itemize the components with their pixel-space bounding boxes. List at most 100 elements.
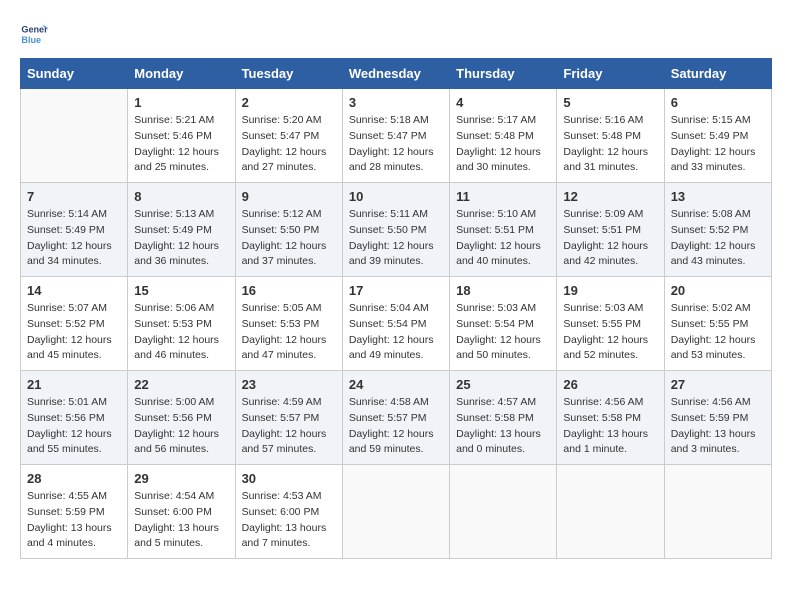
day-number: 28 [27,471,121,486]
calendar-cell: 25 Sunrise: 4:57 AM Sunset: 5:58 PM Dayli… [450,371,557,465]
calendar-cell: 23 Sunrise: 4:59 AM Sunset: 5:57 PM Dayli… [235,371,342,465]
calendar-cell: 22Sunrise: 5:00 AM Sunset: 5:56 PM Dayli… [128,371,235,465]
day-info: Sunrise: 5:03 AM Sunset: 5:54 PM Dayligh… [456,301,550,364]
weekday-header: Saturday [664,59,771,89]
day-info: Sunrise: 5:17 AM Sunset: 5:48 PM Dayligh… [456,113,550,176]
day-number: 7 [27,189,121,204]
day-number: 8 [134,189,228,204]
calendar-cell: 29 Sunrise: 4:54 AM Sunset: 6:00 PM Dayli… [128,465,235,559]
calendar-week-row: 14 Sunrise: 5:07 AM Sunset: 5:52 PM Dayli… [21,277,772,371]
calendar-cell: 16Sunrise: 5:05 AM Sunset: 5:53 PM Dayli… [235,277,342,371]
day-info: Sunrise: 5:10 AM Sunset: 5:51 PM Dayligh… [456,207,550,270]
calendar-cell: 19 Sunrise: 5:03 AM Sunset: 5:55 PM Dayli… [557,277,664,371]
day-info: Sunrise: 5:04 AM Sunset: 5:54 PM Dayligh… [349,301,443,364]
calendar-cell: 13Sunrise: 5:08 AM Sunset: 5:52 PM Dayli… [664,183,771,277]
day-number: 3 [349,95,443,110]
calendar-cell [342,465,449,559]
calendar-cell: 20 Sunrise: 5:02 AM Sunset: 5:55 PM Dayli… [664,277,771,371]
svg-text:Blue: Blue [21,35,41,45]
day-number: 16 [242,283,336,298]
calendar-week-row: 21 Sunrise: 5:01 AM Sunset: 5:56 PM Dayli… [21,371,772,465]
calendar-cell: 17Sunrise: 5:04 AM Sunset: 5:54 PM Dayli… [342,277,449,371]
day-info: Sunrise: 5:18 AM Sunset: 5:47 PM Dayligh… [349,113,443,176]
calendar-cell: 6Sunrise: 5:15 AM Sunset: 5:49 PM Daylig… [664,89,771,183]
calendar-cell: 12 Sunrise: 5:09 AM Sunset: 5:51 PM Dayli… [557,183,664,277]
calendar-cell [21,89,128,183]
day-info: Sunrise: 4:58 AM Sunset: 5:57 PM Dayligh… [349,395,443,458]
calendar-cell: 3 Sunrise: 5:18 AM Sunset: 5:47 PM Daylig… [342,89,449,183]
day-info: Sunrise: 5:21 AM Sunset: 5:46 PM Dayligh… [134,113,228,176]
calendar-cell: 28 Sunrise: 4:55 AM Sunset: 5:59 PM Dayli… [21,465,128,559]
day-number: 25 [456,377,550,392]
weekday-header: Tuesday [235,59,342,89]
day-info: Sunrise: 5:01 AM Sunset: 5:56 PM Dayligh… [27,395,121,458]
calendar-cell: 30 Sunrise: 4:53 AM Sunset: 6:00 PM Dayli… [235,465,342,559]
calendar-cell: 9 Sunrise: 5:12 AM Sunset: 5:50 PM Daylig… [235,183,342,277]
day-info: Sunrise: 4:56 AM Sunset: 5:59 PM Dayligh… [671,395,765,458]
day-number: 5 [563,95,657,110]
day-info: Sunrise: 5:00 AM Sunset: 5:56 PM Dayligh… [134,395,228,458]
day-number: 30 [242,471,336,486]
calendar-cell [557,465,664,559]
calendar-cell: 2Sunrise: 5:20 AM Sunset: 5:47 PM Daylig… [235,89,342,183]
calendar-cell: 14 Sunrise: 5:07 AM Sunset: 5:52 PM Dayli… [21,277,128,371]
calendar-cell: 15 Sunrise: 5:06 AM Sunset: 5:53 PM Dayli… [128,277,235,371]
logo-icon: General Blue [20,20,48,48]
day-info: Sunrise: 5:13 AM Sunset: 5:49 PM Dayligh… [134,207,228,270]
calendar-cell: 8 Sunrise: 5:13 AM Sunset: 5:49 PM Daylig… [128,183,235,277]
day-number: 23 [242,377,336,392]
weekday-header: Sunday [21,59,128,89]
day-number: 1 [134,95,228,110]
day-info: Sunrise: 4:57 AM Sunset: 5:58 PM Dayligh… [456,395,550,458]
calendar-cell: 18Sunrise: 5:03 AM Sunset: 5:54 PM Dayli… [450,277,557,371]
day-info: Sunrise: 4:54 AM Sunset: 6:00 PM Dayligh… [134,489,228,552]
calendar-week-row: 1 Sunrise: 5:21 AM Sunset: 5:46 PM Daylig… [21,89,772,183]
day-number: 4 [456,95,550,110]
day-info: Sunrise: 5:07 AM Sunset: 5:52 PM Dayligh… [27,301,121,364]
calendar-table: SundayMondayTuesdayWednesdayThursdayFrid… [20,58,772,559]
day-info: Sunrise: 4:55 AM Sunset: 5:59 PM Dayligh… [27,489,121,552]
day-number: 11 [456,189,550,204]
day-info: Sunrise: 4:56 AM Sunset: 5:58 PM Dayligh… [563,395,657,458]
day-number: 12 [563,189,657,204]
day-number: 20 [671,283,765,298]
weekday-header: Monday [128,59,235,89]
day-info: Sunrise: 5:12 AM Sunset: 5:50 PM Dayligh… [242,207,336,270]
calendar-cell: 26Sunrise: 4:56 AM Sunset: 5:58 PM Dayli… [557,371,664,465]
calendar-cell: 7 Sunrise: 5:14 AM Sunset: 5:49 PM Daylig… [21,183,128,277]
day-info: Sunrise: 5:14 AM Sunset: 5:49 PM Dayligh… [27,207,121,270]
calendar-cell [450,465,557,559]
weekday-header: Thursday [450,59,557,89]
day-number: 9 [242,189,336,204]
weekday-header: Wednesday [342,59,449,89]
calendar-cell: 5 Sunrise: 5:16 AM Sunset: 5:48 PM Daylig… [557,89,664,183]
calendar-cell: 21 Sunrise: 5:01 AM Sunset: 5:56 PM Dayli… [21,371,128,465]
weekday-header: Friday [557,59,664,89]
day-number: 19 [563,283,657,298]
page-header: General Blue [20,20,772,48]
calendar-cell: 4 Sunrise: 5:17 AM Sunset: 5:48 PM Daylig… [450,89,557,183]
calendar-cell: 1 Sunrise: 5:21 AM Sunset: 5:46 PM Daylig… [128,89,235,183]
day-number: 13 [671,189,765,204]
day-info: Sunrise: 5:03 AM Sunset: 5:55 PM Dayligh… [563,301,657,364]
day-number: 6 [671,95,765,110]
day-info: Sunrise: 4:59 AM Sunset: 5:57 PM Dayligh… [242,395,336,458]
day-number: 29 [134,471,228,486]
day-number: 15 [134,283,228,298]
day-info: Sunrise: 4:53 AM Sunset: 6:00 PM Dayligh… [242,489,336,552]
day-number: 21 [27,377,121,392]
calendar-header-row: SundayMondayTuesdayWednesdayThursdayFrid… [21,59,772,89]
day-number: 24 [349,377,443,392]
day-info: Sunrise: 5:02 AM Sunset: 5:55 PM Dayligh… [671,301,765,364]
calendar-week-row: 7 Sunrise: 5:14 AM Sunset: 5:49 PM Daylig… [21,183,772,277]
calendar-cell: 10Sunrise: 5:11 AM Sunset: 5:50 PM Dayli… [342,183,449,277]
day-info: Sunrise: 5:06 AM Sunset: 5:53 PM Dayligh… [134,301,228,364]
day-number: 14 [27,283,121,298]
day-info: Sunrise: 5:16 AM Sunset: 5:48 PM Dayligh… [563,113,657,176]
calendar-cell: 24 Sunrise: 4:58 AM Sunset: 5:57 PM Dayli… [342,371,449,465]
calendar-cell: 27 Sunrise: 4:56 AM Sunset: 5:59 PM Dayli… [664,371,771,465]
calendar-cell: 11 Sunrise: 5:10 AM Sunset: 5:51 PM Dayli… [450,183,557,277]
day-info: Sunrise: 5:09 AM Sunset: 5:51 PM Dayligh… [563,207,657,270]
day-number: 2 [242,95,336,110]
day-number: 27 [671,377,765,392]
